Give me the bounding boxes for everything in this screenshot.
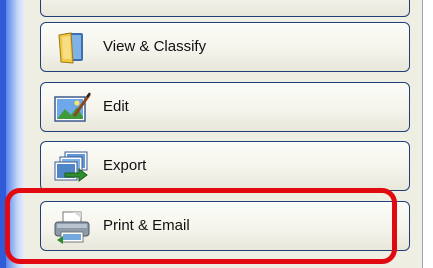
sidebar-item-top-partial[interactable] [40,0,410,17]
picture-edit-icon [53,91,91,125]
sidebar-item-export[interactable]: Export [40,141,410,191]
sidebar-item-view-classify[interactable]: View & Classify [40,22,410,72]
highlight-ring [5,188,397,264]
sidebar-item-label: View & Classify [103,38,207,55]
folder-icon [53,31,91,65]
sidebar-item-label: Edit [103,98,129,115]
sidebar-item-edit[interactable]: Edit [40,82,410,132]
export-icon [53,150,91,184]
sidebar-item-label: Export [103,157,147,174]
